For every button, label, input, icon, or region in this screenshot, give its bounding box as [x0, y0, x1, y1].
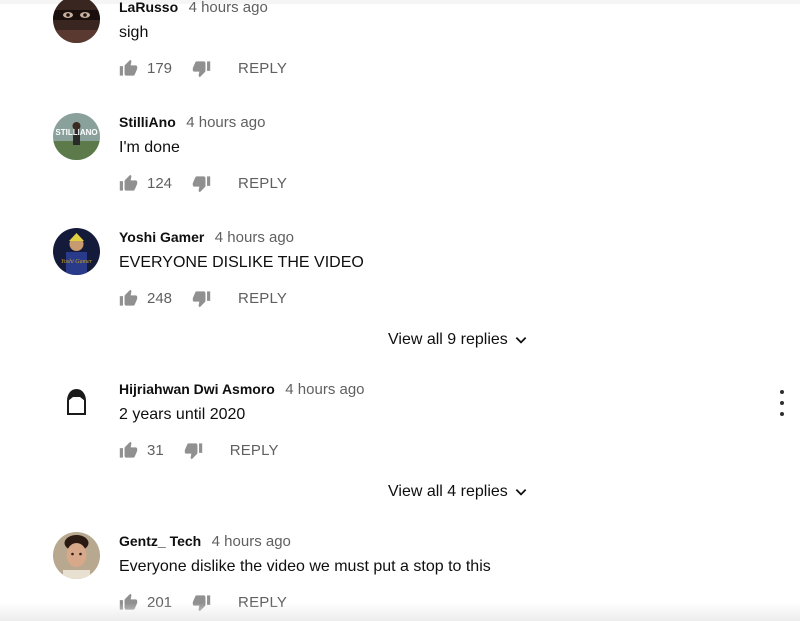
- thumb-up-icon: [119, 289, 138, 306]
- dislike-button[interactable]: [184, 441, 203, 460]
- like-button[interactable]: [119, 289, 138, 308]
- menu-dot: [780, 401, 784, 405]
- comment-author[interactable]: Yoshi Gamer: [119, 229, 204, 245]
- comment-actions: 124 REPLY: [119, 172, 287, 194]
- comment-header: Gentz_ Tech 4 hours ago: [119, 530, 291, 552]
- comment-text: Everyone dislike the video we must put a…: [119, 558, 491, 575]
- comment-text: 2 years until 2020: [119, 406, 246, 423]
- comment-author[interactable]: Hijriahwan Dwi Asmoro: [119, 381, 275, 397]
- reply-button[interactable]: REPLY: [238, 175, 287, 192]
- view-replies-button[interactable]: View all 4 replies: [388, 483, 528, 501]
- bottom-edge: [0, 603, 800, 621]
- avatar-stilliano-image: STILLIANO: [53, 113, 100, 160]
- thumb-down-icon: [184, 442, 202, 459]
- comment-time[interactable]: 4 hours ago: [212, 533, 291, 550]
- avatar[interactable]: [53, 532, 100, 579]
- thumb-up-icon: [119, 59, 138, 76]
- avatar-yoshi-image: Yoshi Gamer: [53, 228, 100, 275]
- avatar-larusso-image: [53, 0, 100, 43]
- thumb-down-icon: [192, 290, 211, 307]
- thumb-up-icon: [119, 441, 138, 458]
- comment-author[interactable]: Gentz_ Tech: [119, 533, 201, 549]
- reply-button[interactable]: REPLY: [230, 442, 279, 459]
- thumb-down-icon: [192, 175, 211, 192]
- chevron-down-icon: [515, 489, 527, 496]
- like-button[interactable]: [119, 441, 138, 460]
- reply-button[interactable]: REPLY: [238, 60, 287, 77]
- comment-time[interactable]: 4 hours ago: [285, 381, 364, 398]
- chevron-down-icon: [515, 337, 527, 344]
- comment-author[interactable]: StilliAno: [119, 114, 176, 130]
- thumb-down-icon: [192, 60, 211, 77]
- comment-actions: 248 REPLY: [119, 287, 287, 309]
- comment-text: I'm done: [119, 139, 180, 156]
- view-replies-button[interactable]: View all 9 replies: [388, 331, 528, 349]
- avatar[interactable]: [53, 0, 100, 43]
- avatar-stilliano-text: STILLIANO: [55, 128, 97, 137]
- comment-header: Yoshi Gamer 4 hours ago: [119, 226, 294, 248]
- dislike-button[interactable]: [192, 174, 211, 193]
- thumb-up-icon: [119, 174, 138, 191]
- menu-dot: [780, 412, 784, 416]
- comment-text: sigh: [119, 24, 149, 41]
- comment-actions: 179 REPLY: [119, 57, 287, 79]
- comment-text: EVERYONE DISLIKE THE VIDEO: [119, 254, 364, 271]
- avatar[interactable]: Yoshi Gamer: [53, 228, 100, 275]
- avatar[interactable]: [53, 380, 100, 427]
- like-count: 31: [147, 441, 164, 459]
- dislike-button[interactable]: [192, 289, 211, 308]
- like-count: 124: [147, 174, 173, 192]
- comment-time[interactable]: 4 hours ago: [215, 229, 294, 246]
- view-replies-label: View all 9 replies: [388, 331, 508, 348]
- avatar-gentz-image: [53, 532, 100, 579]
- avatar[interactable]: STILLIANO: [53, 113, 100, 160]
- like-count: 179: [147, 59, 173, 77]
- menu-dot: [780, 390, 784, 394]
- more-vert-icon[interactable]: [773, 390, 791, 416]
- comment-time[interactable]: 4 hours ago: [186, 114, 265, 131]
- comment-header: Hijriahwan Dwi Asmoro 4 hours ago: [119, 378, 365, 400]
- comment-header: StilliAno 4 hours ago: [119, 111, 265, 133]
- dislike-button[interactable]: [192, 59, 211, 78]
- default-avatar-icon: [53, 380, 100, 427]
- like-button[interactable]: [119, 59, 138, 78]
- like-count: 248: [147, 289, 173, 307]
- comment-header: LaRusso 4 hours ago: [119, 0, 268, 18]
- comment-actions: 31 REPLY: [119, 439, 279, 461]
- reply-button[interactable]: REPLY: [238, 290, 287, 307]
- comment-time[interactable]: 4 hours ago: [189, 0, 268, 16]
- avatar-yoshi-text: Yoshi Gamer: [61, 259, 93, 265]
- like-button[interactable]: [119, 174, 138, 193]
- view-replies-label: View all 4 replies: [388, 483, 508, 500]
- comment-author[interactable]: LaRusso: [119, 0, 178, 15]
